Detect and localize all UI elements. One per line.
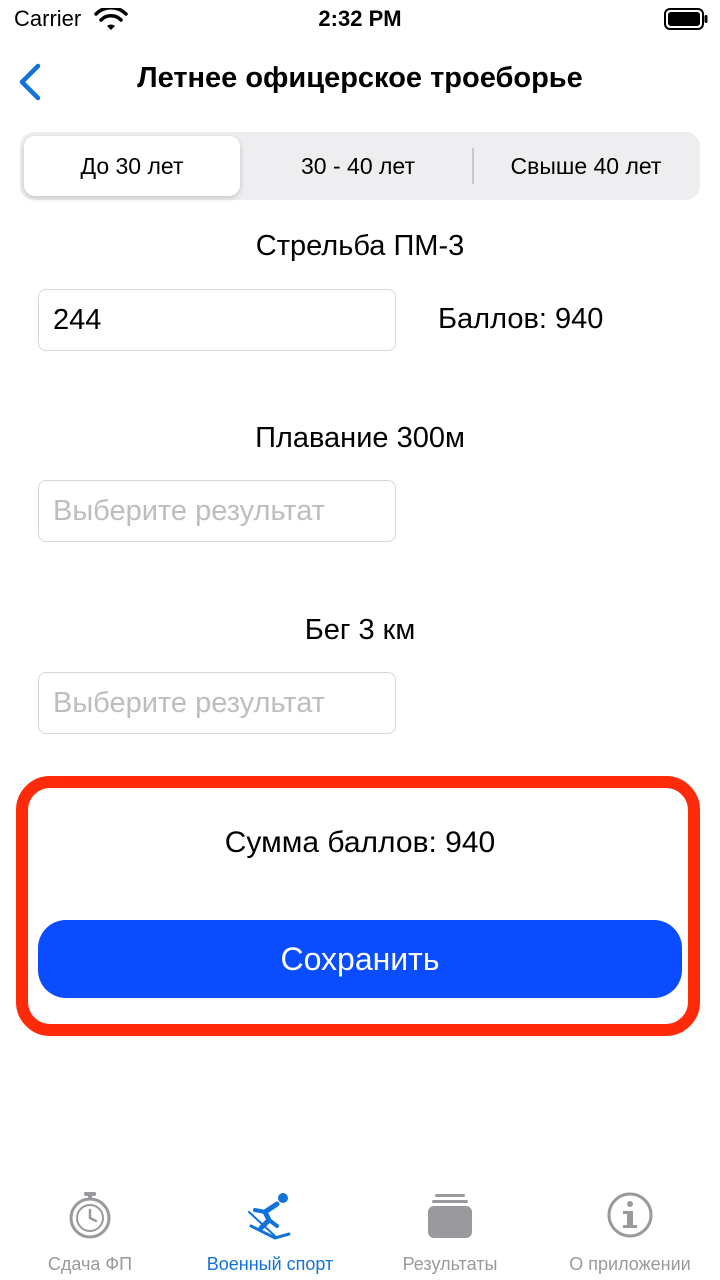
page-title: Летнее офицерское троеборье: [137, 62, 583, 94]
tab-fitness-test[interactable]: Сдача ФП: [0, 1190, 180, 1280]
battery-icon: [664, 8, 708, 30]
running-label: Бег 3 км: [304, 614, 416, 646]
swimming-result-input[interactable]: [38, 480, 396, 542]
running-result-input[interactable]: [38, 672, 396, 734]
skier-icon: [248, 1193, 291, 1240]
segment-30-40[interactable]: 30 - 40 лет: [246, 136, 470, 196]
info-icon: [607, 1192, 653, 1238]
tab-military-sport[interactable]: Военный спорт: [180, 1190, 360, 1280]
shooting-label: Стрельба ПМ-3: [255, 230, 465, 262]
segment-divider: [472, 148, 474, 184]
save-button[interactable]: Сохранить: [38, 920, 682, 998]
tray-stack-icon: [428, 1194, 472, 1238]
status-time: 2:32 PM: [318, 6, 402, 31]
segment-under-30[interactable]: До 30 лет: [24, 136, 240, 196]
tab-label: Военный спорт: [206, 1254, 334, 1274]
shooting-points: Баллов: 940: [438, 303, 604, 335]
shooting-result-input[interactable]: [38, 289, 396, 351]
segment-over-40[interactable]: Свыше 40 лет: [476, 136, 696, 196]
tab-results[interactable]: Результаты: [360, 1190, 540, 1280]
tab-label: О приложении: [569, 1254, 691, 1274]
stopwatch-icon: [69, 1192, 111, 1239]
back-button[interactable]: [14, 62, 48, 102]
tab-label: Сдача ФП: [47, 1254, 133, 1274]
age-group-segmented-control: До 30 лет 30 - 40 лет Свыше 40 лет: [20, 132, 700, 200]
tab-about[interactable]: О приложении: [540, 1190, 720, 1280]
tab-label: Результаты: [402, 1254, 498, 1274]
total-points: Сумма баллов: 940: [224, 826, 496, 859]
swimming-label: Плавание 300м: [255, 422, 465, 454]
